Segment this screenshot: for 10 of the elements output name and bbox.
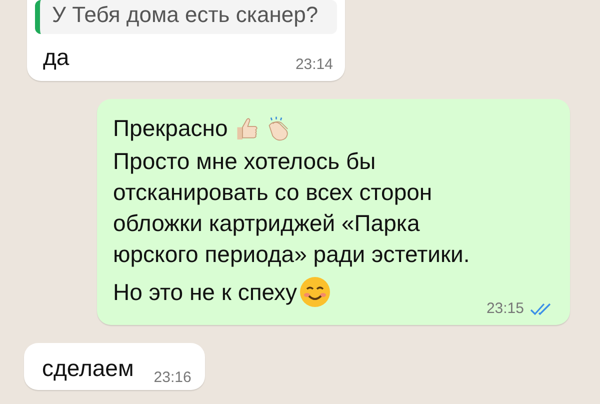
quoted-message[interactable]: У Тебя дома есть сканер? xyxy=(35,0,337,34)
message-text: Но это не к спеху xyxy=(113,278,298,307)
message-text: сделаем xyxy=(42,354,134,383)
message-text: Просто мне хотелось бы отсканировать со всех сторон обложки картриджей «Парка юрского периода» ради эстетики. xyxy=(113,147,470,269)
message-text: Прекрасно xyxy=(113,114,228,143)
message-time: 23:15 xyxy=(486,300,524,317)
message-text: да xyxy=(43,43,70,72)
smiley-icon xyxy=(299,276,332,308)
message-time: 23:14 xyxy=(295,56,333,73)
message-time: 23:16 xyxy=(154,369,192,386)
